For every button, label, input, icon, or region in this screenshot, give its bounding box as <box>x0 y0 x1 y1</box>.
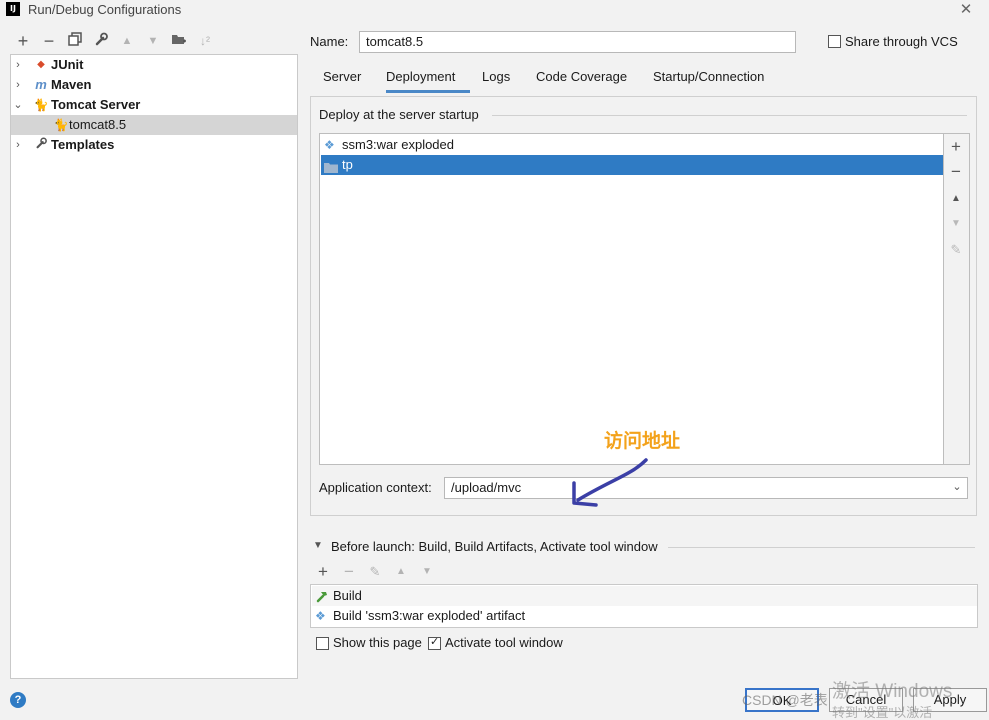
tree-item-label: Templates <box>51 137 115 152</box>
junit-icon: ◆ <box>37 59 45 70</box>
divider <box>492 115 967 116</box>
csdn-watermark: CSDN @老表 <box>742 692 828 708</box>
intellij-app-icon: IJ <box>6 2 20 16</box>
maven-icon: m <box>35 77 47 92</box>
edit-icon[interactable]: ✎ <box>944 240 968 260</box>
app-context-combobox[interactable]: /upload/mvc <box>444 477 968 499</box>
list-item[interactable]: tp <box>321 155 943 175</box>
add-icon[interactable]: + <box>314 563 332 581</box>
list-item-label: tp <box>342 157 353 172</box>
deploy-side-toolbar: + − ▲ ▼ ✎ <box>944 133 970 465</box>
move-up-icon[interactable]: ▲ <box>944 189 968 209</box>
annotation-arrow <box>572 458 648 507</box>
remove-icon[interactable]: − <box>340 563 358 581</box>
windows-activation-watermark-sub: 转到"设置"以激活 Windows。 <box>832 705 933 720</box>
tree-item-maven[interactable]: › m Maven <box>11 75 297 95</box>
chevron-down-icon[interactable]: ⌄ <box>950 480 964 493</box>
list-item-label: Build 'ssm3:war exploded' artifact <box>333 608 526 623</box>
tree-item-label: Maven <box>51 77 92 92</box>
activate-tool-window-checkbox[interactable] <box>428 635 441 650</box>
tab-code-coverage[interactable]: Code Coverage <box>536 69 627 93</box>
annotation-text: 访问地址 <box>604 430 681 452</box>
title-bar: IJ Run/Debug Configurations ✕ <box>0 0 989 22</box>
move-up-icon[interactable]: ▲ <box>118 32 136 50</box>
tree-item-templates[interactable]: › Templates <box>11 135 297 155</box>
name-label: Name: <box>310 34 349 49</box>
tomcat-icon: 🐈 <box>53 118 69 132</box>
configuration-tree: › ◆ JUnit › m Maven ⌄ 🐈 Tomcat Server 🐈 … <box>10 54 298 679</box>
tab-logs[interactable]: Logs <box>482 69 510 93</box>
list-item[interactable]: Build <box>312 586 977 606</box>
deploy-section-title: Deploy at the server startup <box>319 107 479 122</box>
move-down-icon[interactable]: ▼ <box>418 563 436 581</box>
deploy-artifact-list[interactable]: ❖ ssm3:war exploded tp <box>319 133 944 465</box>
list-item[interactable]: ❖ ssm3:war exploded <box>321 135 943 155</box>
tab-server[interactable]: Server <box>323 69 361 93</box>
name-input[interactable]: tomcat8.5 <box>359 31 796 53</box>
add-icon[interactable]: + <box>14 32 32 50</box>
before-launch-list[interactable]: Build ❖ Build 'ssm3:war exploded' artifa… <box>310 584 978 628</box>
show-page-checkbox[interactable] <box>316 637 329 650</box>
edit-icon[interactable]: ✎ <box>366 563 384 581</box>
remove-icon[interactable]: − <box>40 32 58 50</box>
tab-startup-connection[interactable]: Startup/Connection <box>653 69 764 93</box>
chevron-right-icon[interactable]: › <box>13 55 23 75</box>
divider <box>668 547 975 548</box>
tree-item-junit[interactable]: › ◆ JUnit <box>11 55 297 75</box>
wrench-icon <box>33 135 49 155</box>
chevron-down-icon[interactable]: ▼ <box>313 540 323 551</box>
tree-item-label: JUnit <box>51 57 84 72</box>
window-title: Run/Debug Configurations <box>28 2 182 17</box>
chevron-right-icon[interactable]: › <box>13 135 23 155</box>
list-item-label: ssm3:war exploded <box>342 137 454 152</box>
app-context-label: Application context: <box>319 480 432 495</box>
windows-activation-watermark: 激活 Windows <box>832 681 953 702</box>
move-down-icon[interactable]: ▼ <box>144 32 162 50</box>
copy-icon[interactable] <box>66 32 84 50</box>
new-folder-icon[interactable] <box>170 32 188 50</box>
wrench-icon[interactable] <box>92 32 110 50</box>
tree-item-tomcat85[interactable]: 🐈 tomcat8.5 <box>11 115 297 135</box>
chevron-down-icon[interactable]: ⌄ <box>13 95 23 115</box>
list-item[interactable]: ❖ Build 'ssm3:war exploded' artifact <box>312 606 977 626</box>
show-page-label: Show this page <box>333 635 422 650</box>
before-launch-label[interactable]: Before launch: Build, Build Artifacts, A… <box>331 539 658 554</box>
move-up-icon[interactable]: ▲ <box>392 563 410 581</box>
share-vcs-label: Share through VCS <box>845 34 958 49</box>
help-icon[interactable]: ? <box>10 692 26 708</box>
chevron-right-icon[interactable]: › <box>13 75 23 95</box>
tab-label: Deployment <box>386 69 456 84</box>
activate-tool-window-label: Activate tool window <box>445 635 563 650</box>
move-down-icon[interactable]: ▼ <box>944 214 968 234</box>
tab-deployment[interactable]: Deployment <box>386 69 470 93</box>
sort-icon[interactable]: ↓² <box>196 32 214 50</box>
remove-icon[interactable]: − <box>944 162 968 182</box>
artifact-icon: ❖ <box>324 138 335 152</box>
tree-item-tomcat-server[interactable]: ⌄ 🐈 Tomcat Server <box>11 95 297 115</box>
tree-item-label: tomcat8.5 <box>69 117 127 132</box>
artifact-icon: ❖ <box>315 609 326 623</box>
add-icon[interactable]: + <box>944 137 968 157</box>
tomcat-icon: 🐈 <box>33 98 49 112</box>
list-item-label: Build <box>333 588 362 603</box>
folder-icon <box>324 159 338 179</box>
close-icon[interactable]: ✕ <box>958 0 974 18</box>
share-vcs-checkbox[interactable] <box>828 35 841 48</box>
tree-item-label: Tomcat Server <box>51 97 141 112</box>
